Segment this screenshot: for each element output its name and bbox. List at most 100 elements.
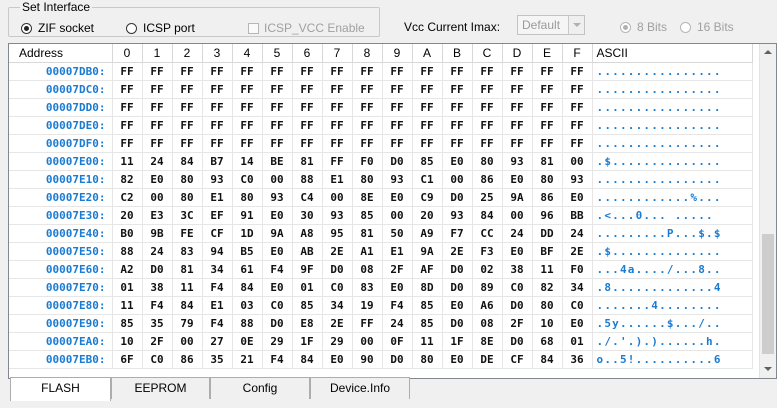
hex-byte-cell[interactable]: FF	[292, 134, 323, 153]
hex-byte-cell[interactable]: 14	[232, 152, 263, 171]
hex-byte-cell[interactable]: FF	[172, 80, 203, 99]
ascii-cell[interactable]: .......4........	[592, 296, 753, 315]
hex-byte-cell[interactable]: E0	[562, 188, 593, 207]
hex-byte-cell[interactable]: 29	[322, 332, 353, 351]
hex-byte-cell[interactable]: 86	[172, 350, 203, 369]
hex-byte-cell[interactable]: A1	[352, 242, 383, 261]
hex-byte-cell[interactable]: A2	[112, 260, 143, 279]
hex-byte-cell[interactable]: FF	[112, 62, 143, 81]
hex-byte-cell[interactable]: 85	[352, 206, 383, 225]
hex-byte-cell[interactable]: 96	[532, 206, 563, 225]
hex-byte-cell[interactable]: 86	[472, 170, 503, 189]
hex-byte-cell[interactable]: 84	[472, 206, 503, 225]
hex-byte-cell[interactable]: 83	[172, 242, 203, 261]
hex-byte-cell[interactable]: 6F	[112, 350, 143, 369]
hex-byte-cell[interactable]: 11	[172, 278, 203, 297]
hex-byte-cell[interactable]: 34	[562, 278, 593, 297]
hex-byte-cell[interactable]: 01	[562, 332, 593, 351]
hex-byte-cell[interactable]: 8D	[412, 278, 443, 297]
hex-byte-cell[interactable]: 01	[112, 278, 143, 297]
hex-byte-cell[interactable]: 10	[532, 314, 563, 333]
ascii-cell[interactable]: ................	[592, 98, 753, 117]
hex-byte-cell[interactable]: 85	[112, 314, 143, 333]
ascii-cell[interactable]: .5y......$.../..	[592, 314, 753, 333]
tab-eeprom[interactable]: EEPROM	[111, 377, 210, 399]
hex-byte-cell[interactable]: B7	[202, 152, 233, 171]
hex-byte-cell[interactable]: 11	[532, 260, 563, 279]
hex-byte-cell[interactable]: FF	[352, 98, 383, 117]
hex-byte-cell[interactable]: C0	[322, 278, 353, 297]
hex-byte-cell[interactable]: 93	[202, 170, 233, 189]
hex-byte-cell[interactable]: FF	[142, 62, 173, 81]
hex-byte-cell[interactable]: 11	[412, 332, 443, 351]
hex-byte-cell[interactable]: D0	[322, 260, 353, 279]
hex-byte-cell[interactable]: C0	[232, 170, 263, 189]
hex-byte-cell[interactable]: 20	[412, 206, 443, 225]
hex-byte-cell[interactable]: FF	[142, 116, 173, 135]
hex-byte-cell[interactable]: FF	[532, 80, 563, 99]
hex-byte-cell[interactable]: 89	[472, 278, 503, 297]
hex-byte-cell[interactable]: D0	[382, 350, 413, 369]
hex-byte-cell[interactable]: 61	[232, 260, 263, 279]
hex-byte-cell[interactable]: 2E	[322, 314, 353, 333]
ascii-cell[interactable]: ................	[592, 62, 753, 81]
hex-byte-cell[interactable]: 27	[202, 332, 233, 351]
hex-byte-cell[interactable]: FF	[502, 134, 533, 153]
hex-byte-cell[interactable]: 84	[292, 350, 323, 369]
hex-byte-cell[interactable]: 93	[442, 206, 473, 225]
hex-byte-cell[interactable]: F0	[562, 260, 593, 279]
hex-byte-cell[interactable]: 24	[502, 224, 533, 243]
hex-byte-cell[interactable]: 3C	[172, 206, 203, 225]
vcc-current-select[interactable]: Default	[517, 15, 585, 35]
hex-byte-cell[interactable]: 19	[352, 296, 383, 315]
hex-byte-cell[interactable]: AF	[412, 260, 443, 279]
hex-byte-cell[interactable]: E0	[262, 242, 293, 261]
hex-byte-cell[interactable]: 00	[322, 188, 353, 207]
hex-byte-cell[interactable]: FF	[562, 134, 593, 153]
hex-byte-cell[interactable]: 2E	[322, 242, 353, 261]
hex-byte-cell[interactable]: DD	[532, 224, 563, 243]
hex-byte-cell[interactable]: 79	[172, 314, 203, 333]
hex-byte-cell[interactable]: C0	[262, 296, 293, 315]
hex-byte-cell[interactable]: C9	[412, 188, 443, 207]
hex-byte-cell[interactable]: 11	[112, 296, 143, 315]
hex-byte-cell[interactable]: 34	[322, 296, 353, 315]
hex-byte-cell[interactable]: 95	[322, 224, 353, 243]
hex-byte-cell[interactable]: FF	[232, 62, 263, 81]
hex-byte-cell[interactable]: FF	[322, 62, 353, 81]
hex-byte-cell[interactable]: FF	[202, 62, 233, 81]
hex-byte-cell[interactable]: FF	[232, 134, 263, 153]
ascii-cell[interactable]: .<...0... .....	[592, 206, 753, 225]
hex-byte-cell[interactable]: A6	[472, 296, 503, 315]
hex-byte-cell[interactable]: 36	[562, 350, 593, 369]
hex-byte-cell[interactable]: F4	[262, 350, 293, 369]
ascii-cell[interactable]: .$..............	[592, 152, 753, 171]
hex-byte-cell[interactable]: E0	[442, 296, 473, 315]
hex-byte-cell[interactable]: FF	[202, 116, 233, 135]
hex-byte-cell[interactable]: 85	[292, 296, 323, 315]
ascii-cell[interactable]: ................	[592, 170, 753, 189]
hex-byte-cell[interactable]: 9A	[502, 188, 533, 207]
hex-byte-cell[interactable]: FF	[412, 80, 443, 99]
hex-byte-cell[interactable]: 84	[172, 296, 203, 315]
hex-byte-cell[interactable]: FF	[562, 62, 593, 81]
ascii-cell[interactable]: ................	[592, 116, 753, 135]
hex-byte-cell[interactable]: 83	[352, 278, 383, 297]
hex-byte-cell[interactable]: 8E	[472, 332, 503, 351]
hex-byte-cell[interactable]: BB	[562, 206, 593, 225]
hex-byte-cell[interactable]: E3	[142, 206, 173, 225]
tab-device-info[interactable]: Device.Info	[310, 377, 410, 399]
hex-byte-cell[interactable]: 0E	[232, 332, 263, 351]
hex-byte-cell[interactable]: 00	[562, 152, 593, 171]
hex-byte-cell[interactable]: 93	[322, 206, 353, 225]
hex-byte-cell[interactable]: FF	[112, 116, 143, 135]
hex-byte-cell[interactable]: E0	[142, 170, 173, 189]
hex-byte-cell[interactable]: FF	[292, 80, 323, 99]
hex-byte-cell[interactable]: FF	[292, 98, 323, 117]
hex-byte-cell[interactable]: 00	[502, 206, 533, 225]
hex-byte-cell[interactable]: 86	[532, 188, 563, 207]
hex-byte-cell[interactable]: 2F	[142, 332, 173, 351]
hex-byte-cell[interactable]: 08	[352, 260, 383, 279]
hex-byte-cell[interactable]: 81	[172, 260, 203, 279]
hex-byte-cell[interactable]: FF	[562, 80, 593, 99]
